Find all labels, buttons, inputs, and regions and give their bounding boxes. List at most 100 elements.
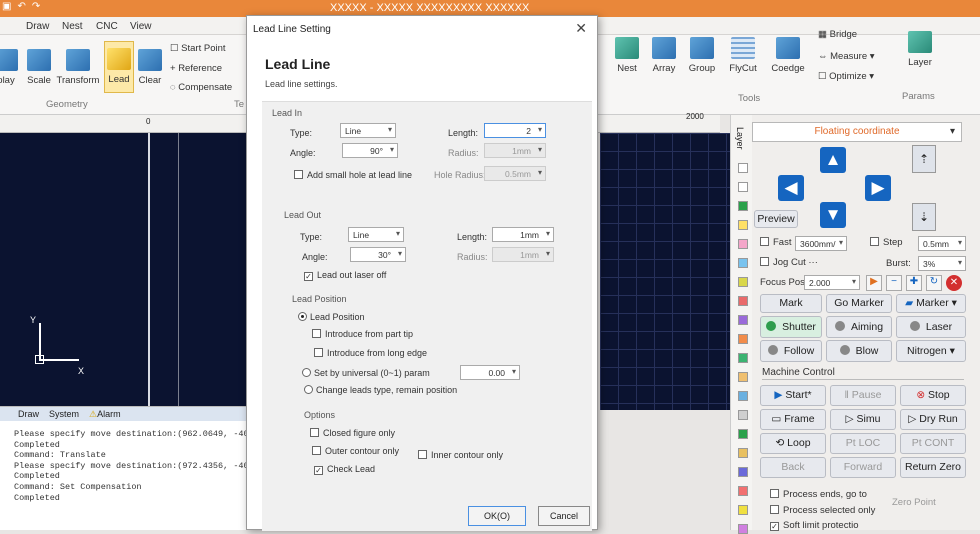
z-down-icon[interactable]: ⇣ — [912, 203, 936, 231]
lead-out-type-select[interactable]: Line ▾ — [348, 227, 404, 242]
fast-speed-select[interactable]: 3600mm/▾ — [795, 236, 847, 251]
blow-button[interactable]: Blow — [826, 340, 892, 362]
hole-radius-input[interactable]: 0.5mm ▾ — [484, 166, 546, 181]
layer-swatch[interactable] — [738, 277, 748, 287]
transform-button[interactable]: Transform — [56, 49, 100, 86]
layer-swatch[interactable] — [738, 410, 748, 420]
aiming-button[interactable]: Aiming — [826, 316, 892, 338]
start-point-button[interactable]: ☐ Start Point — [170, 43, 226, 54]
burst-select[interactable]: 3% ▾ — [918, 256, 966, 271]
layer-swatch[interactable] — [738, 239, 748, 249]
lead-out-length-input[interactable]: 1mm ▾ — [492, 227, 554, 242]
stop-button[interactable]: ⊗ Stop — [900, 385, 966, 406]
drawing-canvas-grid[interactable] — [600, 133, 730, 410]
flycut-button[interactable]: FlyCut — [726, 37, 760, 74]
return-zero-button[interactable]: Return Zero — [900, 457, 966, 478]
layer-swatch[interactable] — [738, 372, 748, 382]
step-checkbox[interactable]: Step — [870, 237, 903, 248]
cancel-button[interactable]: Cancel — [538, 506, 590, 526]
jog-cut-checkbox[interactable]: Jog Cut ··· — [760, 257, 818, 268]
start-button[interactable]: ▶ Start* — [760, 385, 826, 406]
jog-left-arrow-icon[interactable]: ◀ — [778, 175, 804, 201]
plus-icon[interactable]: ✚ — [906, 275, 922, 291]
outer-contour-checkbox[interactable]: Outer contour only — [312, 446, 399, 456]
process-ends-checkbox[interactable]: Process ends, go to — [770, 489, 867, 500]
soft-limit-checkbox[interactable]: ✓ Soft limit protectio — [770, 520, 859, 531]
shutter-button[interactable]: Shutter — [760, 316, 822, 338]
introduce-from-long-edge-checkbox[interactable]: Introduce from long edge — [314, 348, 427, 358]
marker-button[interactable]: ▰ Marker ▾ — [896, 294, 966, 313]
layer-swatch[interactable] — [738, 334, 748, 344]
process-selected-checkbox[interactable]: Process selected only — [770, 505, 875, 516]
lead-in-length-input[interactable]: 2 ▾ — [484, 123, 546, 138]
bridge-button[interactable]: ▦ Bridge — [818, 29, 857, 40]
check-lead-checkbox[interactable]: ✓ Check Lead — [314, 464, 375, 475]
tab-draw[interactable]: Draw — [26, 21, 49, 32]
optimize-button[interactable]: ☐ Optimize ▾ — [818, 71, 874, 82]
step-select[interactable]: 0.5mm ▾ — [918, 236, 966, 251]
layer-swatch[interactable] — [738, 524, 748, 534]
lead-out-laser-off-checkbox[interactable]: ✓ Lead out laser off — [304, 270, 386, 281]
lead-out-radius-input[interactable]: 1mm ▾ — [492, 247, 554, 262]
mark-button[interactable]: Mark — [760, 294, 822, 313]
layer-swatch[interactable] — [738, 448, 748, 458]
tab-alarm-log[interactable]: ⚠Alarm — [89, 409, 121, 420]
follow-button[interactable]: Follow — [760, 340, 822, 362]
z-up-icon[interactable]: ⇡ — [912, 145, 936, 173]
jog-down-arrow-icon[interactable]: ▼ — [820, 202, 846, 228]
group-button[interactable]: Group — [686, 37, 718, 74]
lead-in-angle-input[interactable]: 90° ▾ — [342, 143, 398, 158]
back-button[interactable]: Back — [760, 457, 826, 478]
jog-right-arrow-icon[interactable]: ▶ — [865, 175, 891, 201]
zero-point-select[interactable]: Zero Point — [892, 497, 936, 508]
add-small-hole-checkbox[interactable]: Add small hole at lead line — [294, 170, 412, 180]
introduce-from-tip-checkbox[interactable]: Introduce from part tip — [312, 329, 413, 339]
coedge-button[interactable]: Coedge — [768, 37, 808, 74]
close-icon[interactable]: ✕ — [575, 20, 587, 37]
layer-swatch[interactable] — [738, 296, 748, 306]
layer-swatch[interactable] — [738, 182, 748, 192]
layer-swatch[interactable] — [738, 258, 748, 268]
close-icon[interactable]: ✕ — [946, 275, 962, 291]
focus-forward-icon[interactable]: ▶ — [866, 275, 882, 291]
scale-button[interactable]: Scale — [24, 49, 54, 86]
lead-in-type-select[interactable]: Line ▾ — [340, 123, 396, 138]
layer-swatch[interactable] — [738, 429, 748, 439]
reference-button[interactable]: + Reference — [170, 63, 222, 74]
layer-swatch[interactable] — [738, 486, 748, 496]
drawing-canvas[interactable]: Y X — [0, 133, 286, 410]
preview-button[interactable]: Preview — [754, 210, 798, 228]
compensate-button[interactable]: ◌ Compensate — [170, 82, 232, 93]
play-button[interactable]: play — [0, 49, 18, 86]
loop-button[interactable]: ⟲ Loop — [760, 433, 826, 454]
lead-out-angle-input[interactable]: 30° ▾ — [350, 247, 406, 262]
layer-swatch[interactable] — [738, 201, 748, 211]
tab-system-log[interactable]: System — [49, 409, 79, 419]
layer-swatch[interactable] — [738, 353, 748, 363]
universal-param-radio[interactable]: Set by universal (0~1) param — [302, 368, 430, 378]
nitrogen-button[interactable]: Nitrogen ▾ — [896, 340, 966, 362]
pt-cont-button[interactable]: Pt CONT — [900, 433, 966, 454]
clear-button[interactable]: Clear — [136, 49, 164, 86]
layer-swatch[interactable] — [738, 220, 748, 230]
coordinate-select[interactable]: Floating coordinate ▾ — [752, 122, 962, 142]
undo-icon[interactable]: ↶ — [17, 1, 25, 12]
simu-button[interactable]: ▷ Simu — [830, 409, 896, 430]
closed-figure-checkbox[interactable]: Closed figure only — [310, 428, 395, 438]
dry-run-button[interactable]: ▷ Dry Run — [900, 409, 966, 430]
array-button[interactable]: Array — [648, 37, 680, 74]
tab-draw-log[interactable]: Draw — [18, 409, 39, 419]
lead-button[interactable]: Lead — [104, 41, 134, 93]
layer-swatch[interactable] — [738, 391, 748, 401]
minus-icon[interactable]: − — [886, 275, 902, 291]
layer-swatch[interactable] — [738, 315, 748, 325]
inner-contour-checkbox[interactable]: Inner contour only — [418, 450, 503, 460]
lead-position-radio[interactable]: Lead Position — [298, 312, 365, 322]
layer-button[interactable]: Layer — [900, 31, 940, 68]
tab-cnc[interactable]: CNC — [96, 21, 118, 32]
universal-param-input[interactable]: 0.00 ▾ — [460, 365, 520, 380]
forward-button[interactable]: Forward — [830, 457, 896, 478]
lead-in-radius-input[interactable]: 1mm ▾ — [484, 143, 546, 158]
focus-pos-input[interactable]: 2.000 ▾ — [804, 275, 860, 290]
jog-up-arrow-icon[interactable]: ▲ — [820, 147, 846, 173]
